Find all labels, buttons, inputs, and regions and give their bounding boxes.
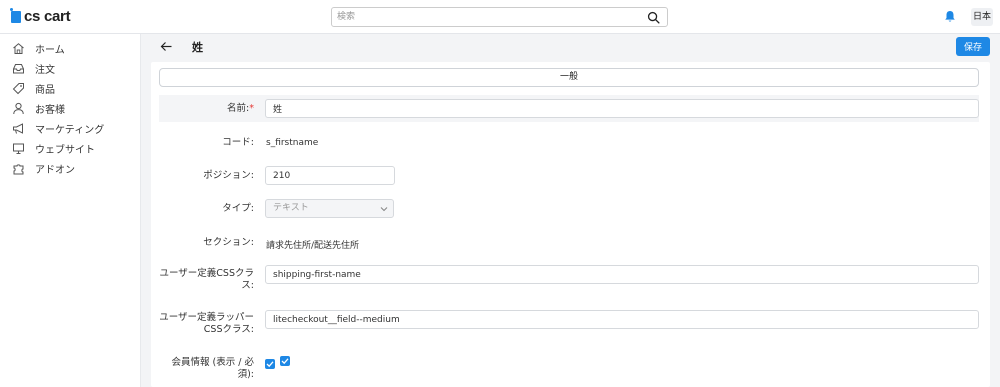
bell-icon[interactable] bbox=[944, 10, 956, 23]
sidebar-item-label: 注文 bbox=[35, 64, 55, 76]
search-icon[interactable] bbox=[647, 11, 660, 24]
home-icon bbox=[13, 42, 24, 54]
code-label: コード: bbox=[222, 137, 254, 148]
name-input[interactable] bbox=[265, 99, 979, 118]
wrapper-class-label: ユーザー定義ラッパー CSSクラス: bbox=[159, 312, 254, 335]
type-select[interactable]: テキスト bbox=[265, 199, 394, 218]
section-value: 請求先住所/配送先住所 bbox=[266, 241, 360, 251]
profile-show-checkbox[interactable] bbox=[265, 359, 275, 369]
name-row: 名前:* bbox=[159, 95, 979, 122]
type-label: タイプ: bbox=[222, 203, 254, 214]
sidebar-item-label: ホーム bbox=[35, 44, 65, 56]
sidebar: ホーム 注文 商品 お客様 マーケティング ウェブサイト アドオン bbox=[0, 34, 141, 387]
code-row: コード: s_firstname bbox=[159, 128, 979, 155]
wrapper-class-input[interactable] bbox=[265, 310, 979, 329]
logo[interactable]: cs cart bbox=[10, 7, 71, 25]
sidebar-item-addons[interactable]: アドオン bbox=[12, 160, 75, 176]
main-content: 姓 保存 一般 名前:* コード: s_firstname ポジション: タイプ… bbox=[141, 34, 1000, 387]
sidebar-item-products[interactable]: 商品 bbox=[12, 80, 55, 96]
sidebar-item-label: マーケティング bbox=[35, 124, 105, 136]
language-selector[interactable]: 日本 bbox=[971, 8, 993, 26]
tab-general[interactable]: 一般 bbox=[159, 68, 979, 87]
profile-required-checkbox[interactable] bbox=[280, 356, 290, 366]
top-bar: cs cart 日本 bbox=[0, 0, 1000, 34]
sidebar-item-customers[interactable]: お客様 bbox=[12, 100, 65, 116]
sidebar-item-label: お客様 bbox=[35, 104, 65, 116]
position-input[interactable] bbox=[265, 166, 395, 185]
sidebar-item-home[interactable]: ホーム bbox=[12, 40, 65, 56]
logo-mark-icon bbox=[10, 7, 21, 23]
sidebar-item-orders[interactable]: 注文 bbox=[12, 60, 55, 76]
logo-text: cs cart bbox=[24, 8, 71, 25]
position-row: ポジション: bbox=[159, 162, 979, 189]
sidebar-item-marketing[interactable]: マーケティング bbox=[12, 120, 104, 136]
css-class-input[interactable] bbox=[265, 265, 979, 284]
user-icon bbox=[13, 102, 24, 114]
sidebar-item-label: アドオン bbox=[35, 164, 75, 176]
required-mark: * bbox=[249, 103, 254, 114]
search-box bbox=[331, 7, 668, 27]
form-panel: 一般 名前:* コード: s_firstname ポジション: タイプ: テキス… bbox=[151, 62, 990, 387]
section-row: セクション: 請求先住所/配送先住所 bbox=[159, 229, 979, 256]
back-arrow-icon[interactable] bbox=[160, 40, 173, 53]
section-label: セクション: bbox=[203, 237, 254, 248]
sidebar-item-label: 商品 bbox=[35, 84, 55, 96]
profile-label: 会員情報 (表示 / 必須): bbox=[171, 357, 254, 380]
inbox-icon bbox=[13, 63, 24, 73]
css-class-label: ユーザー定義CSSクラ ス: bbox=[159, 268, 254, 291]
sidebar-item-website[interactable]: ウェブサイト bbox=[12, 140, 95, 156]
puzzle-icon bbox=[13, 163, 24, 174]
tag-icon bbox=[12, 82, 24, 94]
sidebar-item-label: ウェブサイト bbox=[35, 144, 95, 156]
page-title: 姓 bbox=[192, 41, 203, 54]
name-label: 名前:* bbox=[227, 103, 254, 114]
monitor-icon bbox=[13, 143, 24, 154]
type-select-value: テキスト bbox=[273, 203, 309, 213]
position-label: ポジション: bbox=[203, 170, 254, 181]
css-class-row: ユーザー定義CSSクラ ス: bbox=[159, 261, 979, 297]
check-icon bbox=[266, 361, 274, 368]
check-icon bbox=[281, 358, 289, 365]
save-button[interactable]: 保存 bbox=[956, 37, 990, 56]
profile-row: 会員情報 (表示 / 必須): bbox=[159, 350, 979, 380]
megaphone-icon bbox=[13, 122, 23, 134]
chevron-down-icon bbox=[380, 207, 388, 212]
type-row: タイプ: テキスト bbox=[159, 195, 979, 222]
search-input[interactable] bbox=[337, 10, 637, 24]
wrapper-class-row: ユーザー定義ラッパー CSSクラス: bbox=[159, 305, 979, 341]
code-value: s_firstname bbox=[266, 138, 319, 148]
